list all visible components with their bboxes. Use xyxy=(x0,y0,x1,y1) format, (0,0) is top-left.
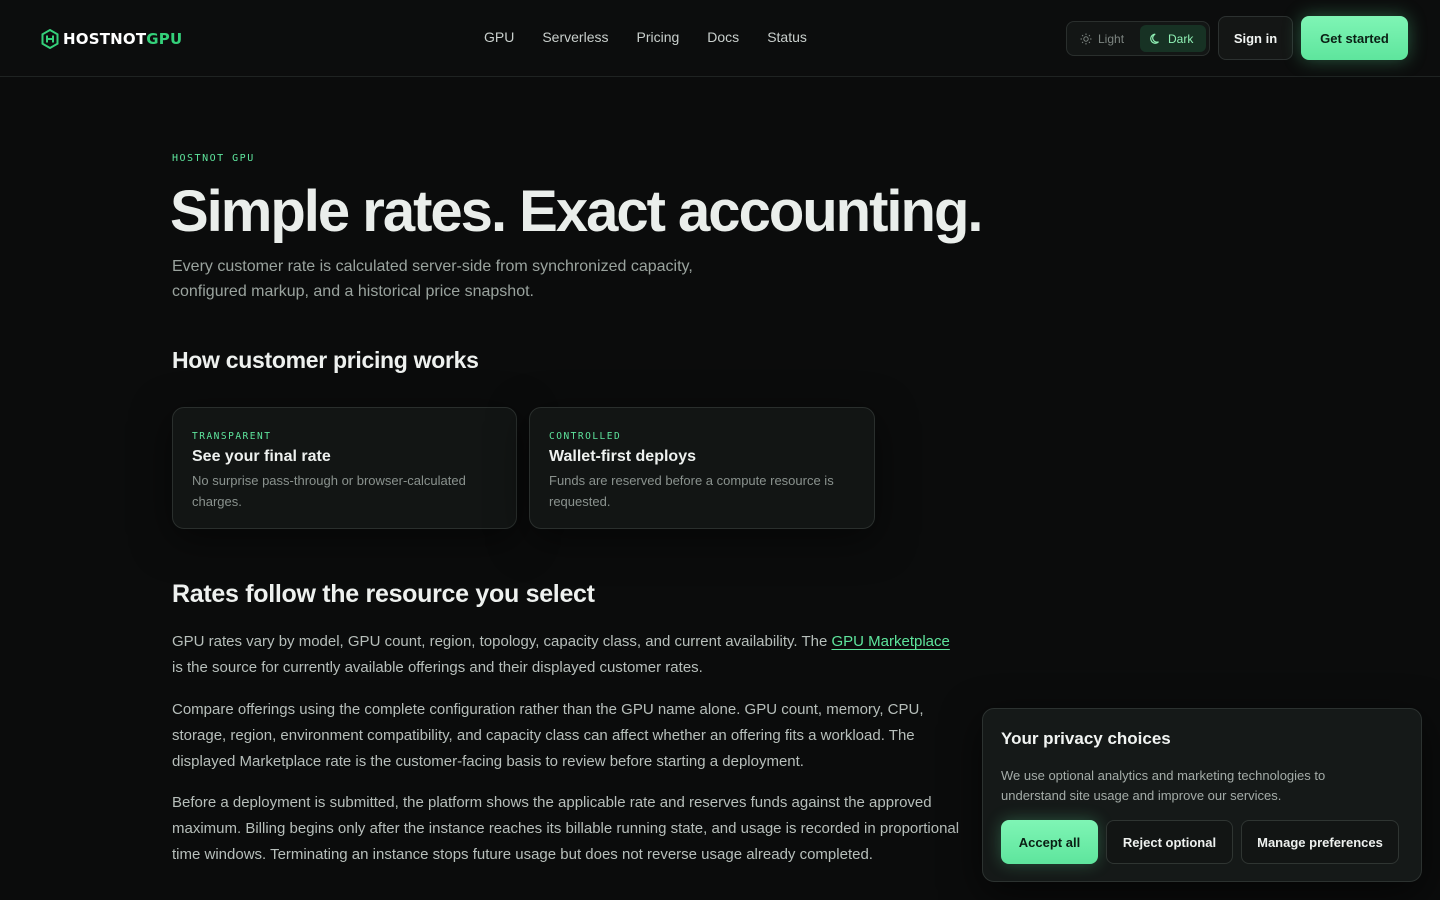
card-title: See your final rate xyxy=(192,448,331,465)
rates-p1-text-end: is the source for currently available of… xyxy=(172,659,703,676)
privacy-dialog: Your privacy choices We use optional ana… xyxy=(982,708,1422,882)
card-description: Funds are reserved before a compute reso… xyxy=(549,473,834,509)
hexagon-logo-icon xyxy=(41,29,59,49)
card-title: Wallet-first deploys xyxy=(549,448,696,465)
how-pricing-heading: How customer pricing works xyxy=(172,347,479,373)
nav-docs[interactable]: Docs xyxy=(707,29,739,45)
site-header: HOSTNOTGPU GPU Serverless Pricing Docs S… xyxy=(0,0,1440,77)
logo-text: HOSTNOTGPU xyxy=(63,30,183,48)
rates-p1-text: GPU rates vary by model, GPU count, regi… xyxy=(172,633,832,650)
sun-icon xyxy=(1080,33,1092,44)
rates-heading: Rates follow the resource you select xyxy=(172,580,595,608)
sign-in-button[interactable]: Sign in xyxy=(1218,16,1293,60)
rates-paragraph-2: Compare offerings using the complete con… xyxy=(172,701,924,770)
rates-paragraph-1: GPU rates vary by model, GPU count, regi… xyxy=(172,629,962,681)
privacy-text: We use optional analytics and marketing … xyxy=(1001,768,1326,803)
manage-preferences-button[interactable]: Manage preferences xyxy=(1241,820,1399,864)
theme-light-option[interactable]: Light xyxy=(1070,25,1140,52)
nav-pricing[interactable]: Pricing xyxy=(636,29,679,45)
nav-gpu[interactable]: GPU xyxy=(484,29,514,45)
hero-eyebrow: HOSTNOT GPU xyxy=(172,153,255,164)
theme-light-label: Light xyxy=(1098,31,1125,46)
get-started-button[interactable]: Get started xyxy=(1301,16,1408,60)
accept-all-button[interactable]: Accept all xyxy=(1001,820,1098,864)
feature-card-transparent: TRANSPARENT See your final rate No surpr… xyxy=(172,407,517,529)
rates-paragraph-3: Before a deployment is submitted, the pl… xyxy=(172,794,960,863)
card-description: No surprise pass-through or browser-calc… xyxy=(192,473,466,509)
gpu-marketplace-link[interactable]: GPU Marketplace xyxy=(831,633,949,650)
theme-dark-option[interactable]: Dark xyxy=(1140,25,1206,52)
nav-status[interactable]: Status xyxy=(767,29,807,45)
theme-toggle: Light Dark xyxy=(1066,21,1210,56)
card-tag: TRANSPARENT xyxy=(192,431,272,442)
nav-serverless[interactable]: Serverless xyxy=(542,29,608,45)
page-title: Simple rates. Exact accounting. xyxy=(170,179,984,244)
moon-icon xyxy=(1150,33,1159,44)
main-nav: GPU Serverless Pricing Docs Status xyxy=(484,29,807,45)
reject-optional-button[interactable]: Reject optional xyxy=(1106,820,1233,864)
privacy-title: Your privacy choices xyxy=(1001,729,1171,748)
theme-dark-label: Dark xyxy=(1168,31,1194,46)
logo[interactable]: HOSTNOTGPU xyxy=(41,28,182,50)
hero-lead: Every customer rate is calculated server… xyxy=(172,258,693,300)
feature-card-controlled: CONTROLLED Wallet-first deploys Funds ar… xyxy=(529,407,875,529)
card-tag: CONTROLLED xyxy=(549,431,622,442)
